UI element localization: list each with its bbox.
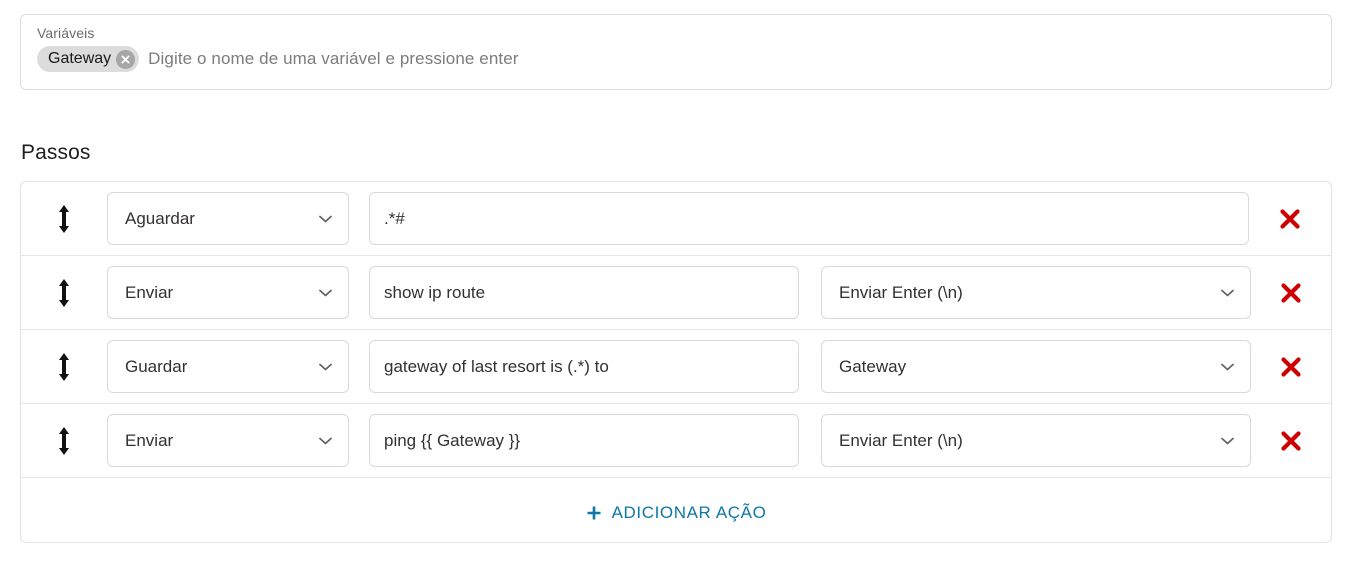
action-type-select-row-2[interactable]: Enviar	[107, 266, 349, 319]
action-type-select-row-4[interactable]: Enviar	[107, 414, 349, 467]
variable-chip-gateway[interactable]: Gateway	[37, 46, 140, 72]
drag-vertical-arrows-icon	[57, 204, 71, 234]
close-circle-icon[interactable]	[116, 49, 136, 69]
drag-vertical-arrows-icon	[57, 426, 71, 456]
workflow-editor-page: Variáveis Gateway Digite o nome de uma v…	[0, 0, 1352, 564]
table-row: Guardar Gateway	[21, 330, 1331, 404]
add-action-row: ADICIONAR AÇÃO	[21, 478, 1331, 542]
action-option-select-row-4[interactable]: Enviar Enter (\n)	[821, 414, 1251, 467]
delete-cell-row-4	[1251, 404, 1331, 477]
close-x-icon	[1280, 282, 1302, 304]
table-row: Aguardar	[21, 182, 1331, 256]
action-type-select-row-3[interactable]: Guardar	[107, 340, 349, 393]
action-type-select-row-1[interactable]: Aguardar	[107, 192, 349, 245]
drag-vertical-arrows-icon	[57, 278, 71, 308]
action-value-input-row-3[interactable]	[369, 340, 799, 393]
action-value-input-row-1[interactable]	[369, 192, 1249, 245]
action-option-value: Enviar Enter (\n)	[839, 431, 963, 450]
drag-handle-row-1[interactable]	[21, 204, 107, 234]
drag-handle-row-3[interactable]	[21, 352, 107, 382]
action-type-value: Enviar	[125, 283, 174, 302]
drag-handle-row-2[interactable]	[21, 278, 107, 308]
action-type-value: Guardar	[125, 357, 188, 376]
variable-name-input[interactable]: Digite o nome de uma variável e pression…	[148, 46, 518, 72]
chevron-down-icon	[319, 289, 332, 297]
action-type-value: Aguardar	[125, 209, 195, 228]
delete-cell-row-2	[1251, 256, 1331, 329]
close-x-icon	[1280, 430, 1302, 452]
close-x-icon	[1280, 356, 1302, 378]
action-type-value: Enviar	[125, 431, 174, 450]
chevron-down-icon	[1221, 437, 1234, 445]
action-option-select-row-2[interactable]: Enviar Enter (\n)	[821, 266, 1251, 319]
table-row: Enviar Enviar Enter (\n)	[21, 404, 1331, 478]
action-value-input-row-4[interactable]	[369, 414, 799, 467]
delete-cell-row-3	[1251, 330, 1331, 403]
chevron-down-icon	[319, 215, 332, 223]
delete-row-button-4[interactable]	[1276, 426, 1306, 456]
chevron-down-icon	[319, 363, 332, 371]
add-action-button[interactable]: ADICIONAR AÇÃO	[576, 497, 777, 529]
chevron-down-icon	[1221, 289, 1234, 297]
delete-row-button-1[interactable]	[1275, 204, 1305, 234]
page-title: Passos	[21, 141, 91, 164]
delete-row-button-2[interactable]	[1276, 278, 1306, 308]
variables-chips-row: Gateway Digite o nome de uma variável e …	[37, 46, 1315, 72]
table-row: Enviar Enviar Enter (\n)	[21, 256, 1331, 330]
action-option-select-row-3[interactable]: Gateway	[821, 340, 1251, 393]
plus-icon	[586, 505, 602, 521]
action-option-value: Enviar Enter (\n)	[839, 283, 963, 302]
chevron-down-icon	[1221, 363, 1234, 371]
drag-handle-row-4[interactable]	[21, 426, 107, 456]
action-value-input-row-2[interactable]	[369, 266, 799, 319]
action-option-value: Gateway	[839, 357, 907, 376]
close-x-icon	[1279, 208, 1301, 230]
delete-cell-row-1	[1249, 182, 1331, 255]
chevron-down-icon	[319, 437, 332, 445]
delete-row-button-3[interactable]	[1276, 352, 1306, 382]
steps-card: Aguardar .*# Enviar show ip route Enviar…	[20, 181, 1332, 543]
add-action-label: ADICIONAR AÇÃO	[611, 503, 767, 522]
drag-vertical-arrows-icon	[57, 352, 71, 382]
variables-label: Variáveis	[37, 25, 95, 41]
variable-chip-label: Gateway	[48, 50, 112, 67]
variables-panel: Variáveis Gateway Digite o nome de uma v…	[20, 14, 1332, 90]
